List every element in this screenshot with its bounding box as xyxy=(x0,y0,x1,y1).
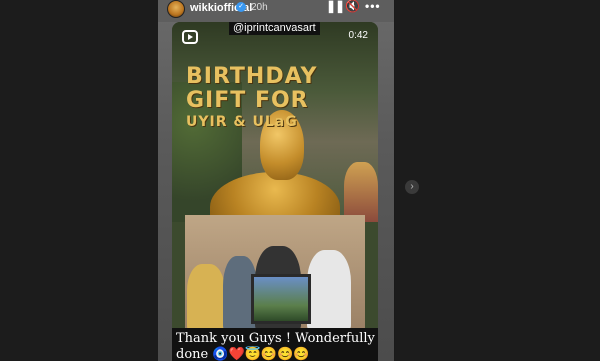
page-background-right xyxy=(395,0,600,361)
story-viewer: wikkiofficial ✓ 20h ❚❚ 🔇 ••• @iprintcanv… xyxy=(158,0,394,361)
reel-title: BIRTHDAY GIFT FOR UYIR & ULaG xyxy=(186,65,376,131)
title-line-3: UYIR & ULaG xyxy=(186,114,298,130)
reels-icon xyxy=(182,30,198,44)
verified-icon: ✓ xyxy=(236,2,246,12)
caption-bar: Thank you Guys ! Wonderfully done 🧿❤️😇😊😊… xyxy=(172,328,378,361)
account-tag[interactable]: @iprintcanvasart xyxy=(229,22,320,35)
reel-card[interactable]: @iprintcanvasart 0:42 BIRTHDAY GIFT FOR … xyxy=(172,22,378,361)
chevron-right-icon[interactable]: › xyxy=(405,180,419,194)
more-options-icon[interactable]: ••• xyxy=(365,0,381,12)
pause-icon[interactable]: ❚❚ xyxy=(326,0,345,12)
title-line-2: GIFT FOR xyxy=(186,88,309,113)
mute-icon[interactable]: 🔇 xyxy=(345,0,360,12)
page-background-left xyxy=(0,0,160,361)
duration: 0:42 xyxy=(348,30,368,41)
caption-text: Thank you Guys ! Wonderfully done 🧿❤️😇😊😊… xyxy=(176,331,375,361)
person-1 xyxy=(187,264,225,330)
painting xyxy=(251,274,311,324)
title-line-1: BIRTHDAY xyxy=(186,64,318,89)
person-4 xyxy=(307,250,351,330)
temple-tower xyxy=(344,162,378,222)
post-time: 20h xyxy=(251,2,268,13)
story-header: wikkiofficial ✓ 20h ❚❚ 🔇 ••• xyxy=(158,0,394,22)
group-photo xyxy=(185,215,365,330)
avatar[interactable] xyxy=(167,0,185,18)
